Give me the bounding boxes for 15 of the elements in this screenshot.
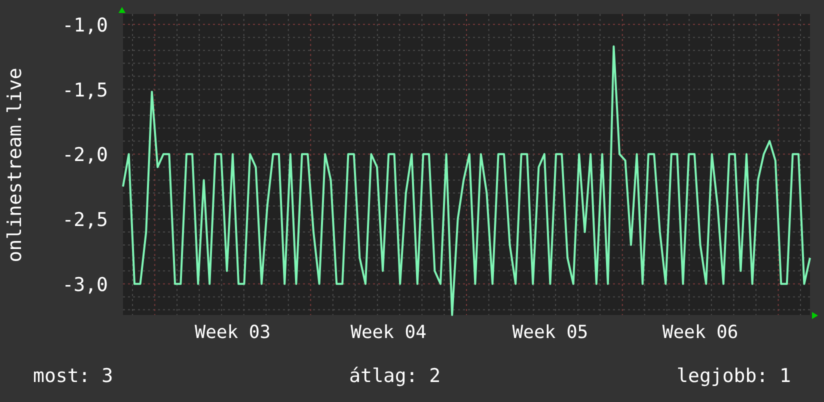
axis-tick-label: -2,0	[62, 144, 108, 166]
stat-text: átlag: 2	[349, 364, 441, 389]
stat-text: legjobb: 1	[676, 364, 791, 389]
axis-tick-label: Week 05	[512, 322, 588, 343]
axis-tick-label: Week 06	[662, 322, 738, 343]
axis-title: onlinestream.live	[4, 68, 26, 262]
axis-tick-label: Week 04	[350, 322, 426, 343]
axis-arrow-icon	[812, 312, 818, 319]
axis-tick-label: -1,0	[62, 14, 108, 36]
axis-arrow-icon	[118, 7, 126, 13]
stat-text: most: 3	[33, 364, 114, 389]
axis-tick-label: -2,5	[62, 209, 108, 231]
axis-tick-label: Week 03	[194, 322, 271, 343]
axis-tick-label: -1,5	[62, 79, 108, 102]
axis-tick-label: -3,0	[62, 274, 108, 296]
